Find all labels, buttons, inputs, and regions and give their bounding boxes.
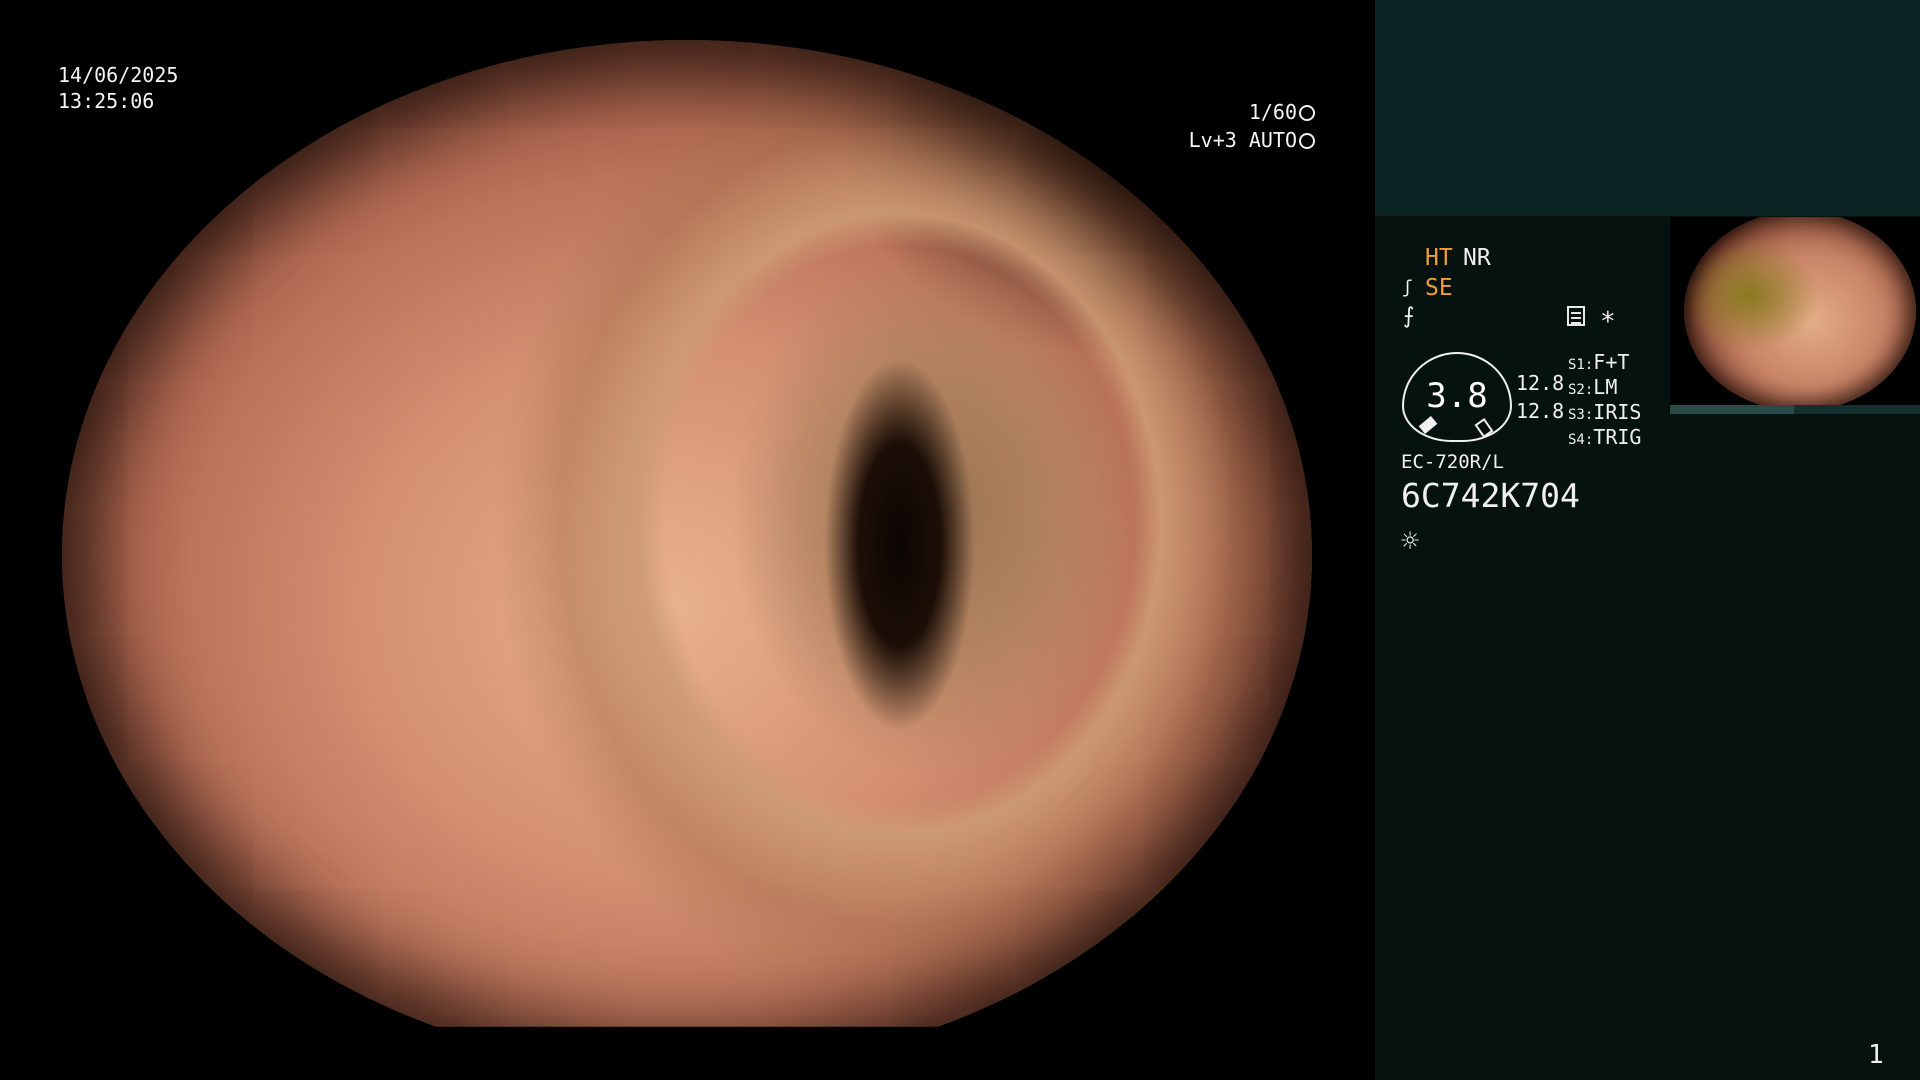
gauge-right-indicator: [1474, 418, 1494, 438]
switch-row-s3: S3:IRIS: [1568, 400, 1641, 427]
info-side-panel: HT NR ʃ SE ⨍ * 3.8 12.8 12.8 S1:F+T S2:L…: [1375, 0, 1920, 1080]
se-mode-label: SE: [1425, 275, 1453, 301]
switch-row-s1: S1:F+T: [1568, 350, 1629, 377]
thumbnail-progress-fill: [1670, 405, 1794, 414]
auto-exposure-icon: [1299, 133, 1315, 149]
shutter-icon: [1299, 105, 1315, 121]
brightness-level-value: Lv+3 AUTO: [1188, 128, 1297, 152]
asterisk-icon: *: [1600, 307, 1616, 337]
brightness-level-label: Lv+3 AUTO: [1189, 127, 1315, 153]
thumbnail-image: [1684, 217, 1916, 405]
switch-key: S2:: [1568, 382, 1594, 398]
side-panel-header-area: [1375, 0, 1920, 216]
switch-key: S4:: [1568, 432, 1594, 448]
switch-key: S1:: [1568, 357, 1594, 373]
switch-row-s4: S4:TRIG: [1568, 425, 1641, 452]
gauge-left-indicator: [1418, 416, 1438, 434]
switch-key: S3:: [1568, 407, 1594, 423]
zoom-value-2: 12.8: [1516, 399, 1565, 423]
date-label: 14/06/2025: [58, 63, 179, 87]
thumbnail-progress-bar: [1670, 405, 1920, 414]
switch-value: IRIS: [1593, 400, 1642, 424]
ht-mode-label: HT: [1425, 245, 1453, 271]
page-number: 1: [1868, 1040, 1884, 1070]
settings-list-icon: [1567, 306, 1585, 326]
filter-icon: ⨍: [1403, 304, 1415, 329]
time-label: 13:25:06: [58, 89, 155, 113]
captured-image-thumbnail[interactable]: [1670, 217, 1920, 405]
endoscope-live-image: [62, 40, 1312, 1027]
switch-row-s2: S2:LM: [1568, 375, 1617, 402]
light-source-icon: ☼: [1401, 524, 1420, 559]
structure-enhancement-icon: ʃ: [1402, 277, 1413, 298]
nr-mode-label: NR: [1463, 245, 1491, 271]
scope-model-label: EC-720R/L: [1401, 451, 1504, 473]
gauge-value: 3.8: [1426, 376, 1488, 416]
shutter-speed-label: 1/60: [1249, 99, 1315, 125]
scope-serial-number: 6C742K704: [1401, 476, 1580, 515]
switch-value: TRIG: [1593, 425, 1642, 449]
switch-value: LM: [1593, 375, 1618, 399]
endoscopy-main-view: 14/06/2025 13:25:06 1/60 Lv+3 AUTO: [0, 0, 1375, 1080]
shutter-speed-value: 1/60: [1248, 100, 1297, 124]
magnification-gauge: 3.8: [1402, 352, 1512, 442]
zoom-value-1: 12.8: [1516, 371, 1565, 395]
switch-value: F+T: [1593, 350, 1630, 374]
